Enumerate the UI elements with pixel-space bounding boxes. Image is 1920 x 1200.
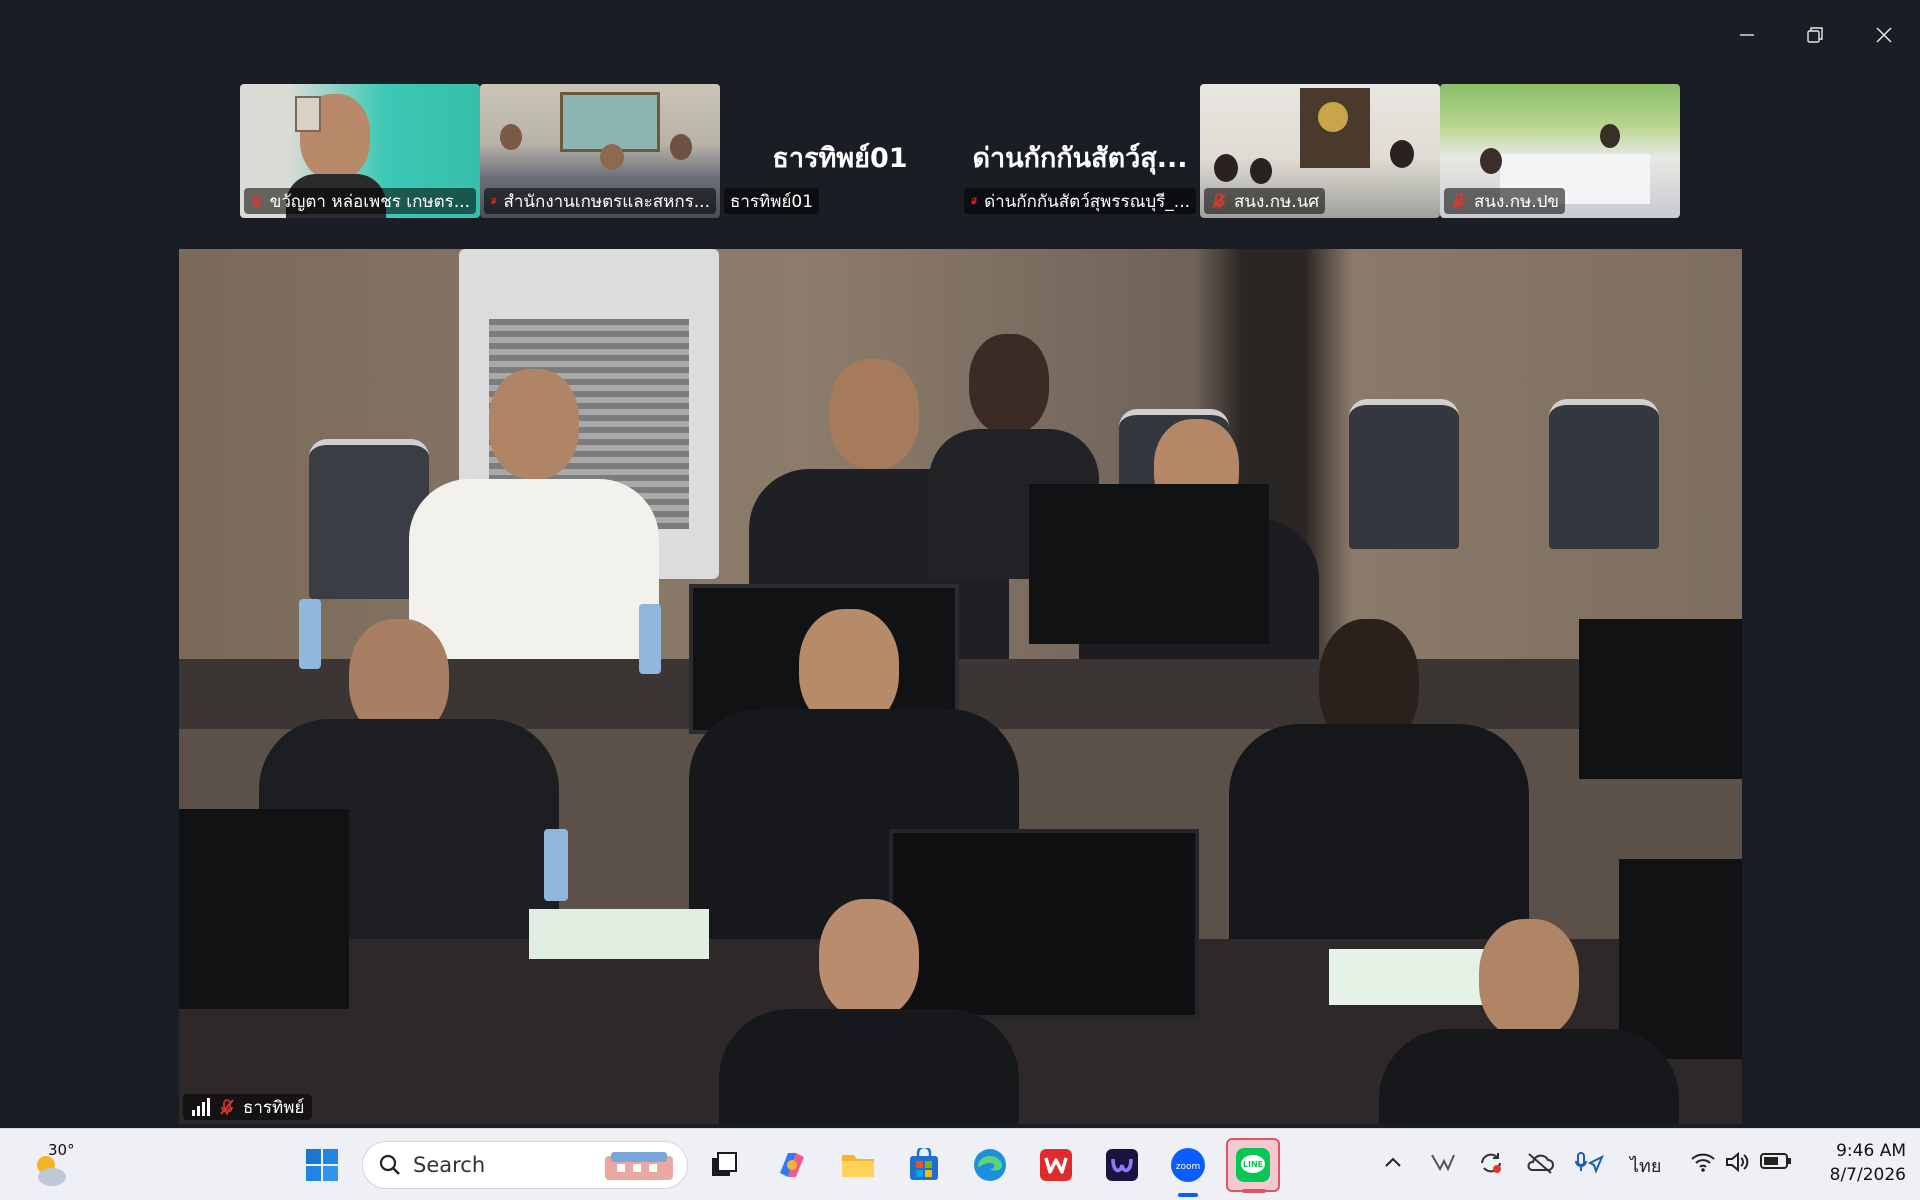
clock-time: 9:46 AM (1836, 1141, 1906, 1161)
file-explorer-button[interactable] (836, 1143, 880, 1187)
onedrive-button[interactable] (1526, 1151, 1554, 1180)
wifi-icon (1691, 1153, 1715, 1172)
microsoft-store-button[interactable] (902, 1143, 946, 1187)
mic-muted-icon (971, 197, 978, 205)
windows-taskbar: 30° Search zoom LINE ไทย 9:46 AM 8/7/202… (0, 1128, 1920, 1200)
svg-text:zoom: zoom (1176, 1162, 1201, 1172)
line-button[interactable]: LINE (1226, 1138, 1280, 1193)
participant-name: ธารทิพย์01 (730, 191, 814, 212)
participant-name: สนง.กษ.นศ (1234, 191, 1320, 212)
edge-icon (974, 1149, 1006, 1181)
taskbar-search-box[interactable]: Search (362, 1141, 688, 1189)
volume-button[interactable] (1724, 1151, 1750, 1178)
active-speaker-tag: ธารทิพย์ (183, 1094, 313, 1120)
windows-start-icon (306, 1149, 338, 1181)
battery-icon (1760, 1153, 1791, 1169)
clipchamp-button[interactable] (1100, 1143, 1144, 1187)
weather-widget[interactable]: 30° (28, 1139, 76, 1191)
search-placeholder: Search (413, 1153, 486, 1177)
participant-tile-3[interactable]: ธารทิพย์01 ธารทิพย์01 (720, 84, 960, 218)
participant-tile-4[interactable]: ด่านกักกันสัตว์สุ... ด่านกักกันสัตว์สุพร… (960, 84, 1200, 218)
network-button[interactable] (1690, 1151, 1716, 1178)
restore-icon (1807, 27, 1823, 43)
participant-tile-1[interactable]: ขวัญตา หล่อเพชร เกษตร... (240, 84, 480, 218)
mic-muted-icon (220, 1099, 234, 1115)
battery-button[interactable] (1760, 1151, 1792, 1176)
participant-name-tag: สนง.กษ.ปข (1444, 188, 1566, 214)
input-language: ไทย (1630, 1156, 1662, 1177)
show-hidden-icons-button[interactable] (1384, 1153, 1402, 1174)
running-app-indicator (1242, 1189, 1266, 1193)
input-language-button[interactable]: ไทย (1630, 1151, 1661, 1180)
active-speaker-video[interactable]: ธารทิพย์ (179, 249, 1742, 1124)
meeting-room-scene (179, 249, 1742, 1124)
restore-button[interactable] (1785, 20, 1845, 50)
active-speaker-name: ธารทิพย์ (243, 1097, 305, 1118)
close-button[interactable] (1854, 20, 1914, 50)
participant-name-tag: ด่านกักกันสัตว์สุพรรณบุรี_... (964, 188, 1196, 214)
clock-date: 8/7/2026 (1829, 1165, 1906, 1185)
wps-button[interactable] (1034, 1143, 1078, 1187)
participant-name-tag: สนง.กษ.นศ (1204, 188, 1326, 214)
participant-name-tag: ขวัญตา หล่อเพชร เกษตร... (244, 188, 476, 214)
sync-button[interactable] (1478, 1151, 1504, 1180)
task-view-button[interactable] (702, 1143, 746, 1187)
chevron-up-icon (1385, 1157, 1401, 1167)
running-app-indicator (1178, 1193, 1198, 1197)
signal-bars-icon (192, 1098, 210, 1116)
participant-name: สนง.กษ.ปข (1474, 191, 1560, 212)
zoom-button[interactable]: zoom (1166, 1143, 1210, 1197)
tray-app-icon (1431, 1154, 1455, 1172)
mic-muted-icon (1212, 193, 1226, 209)
edge-button[interactable] (968, 1143, 1012, 1187)
participant-tile-6[interactable]: สนง.กษ.ปข (1440, 84, 1680, 218)
file-explorer-icon (842, 1155, 874, 1177)
zoom-icon: zoom (1171, 1148, 1205, 1182)
sync-icon (1481, 1153, 1501, 1173)
minimize-icon (1740, 34, 1754, 36)
weather-temperature: 30° (48, 1141, 75, 1159)
svg-text:LINE: LINE (1243, 1160, 1263, 1169)
participant-tile-5[interactable]: สนง.กษ.นศ (1200, 84, 1440, 218)
zoom-meeting-window: ขวัญตา หล่อเพชร เกษตร... สำนักงานเกษตรแล… (0, 0, 1920, 1200)
line-icon: LINE (1236, 1148, 1270, 1182)
participant-display-name: ด่านกักกันสัตว์สุ... (972, 143, 1188, 174)
volume-icon (1726, 1151, 1749, 1173)
mic-muted-icon (490, 197, 497, 205)
copilot-button[interactable] (770, 1143, 814, 1187)
microsoft-store-icon (910, 1148, 938, 1180)
start-button[interactable] (300, 1143, 344, 1187)
clipchamp-icon (1106, 1149, 1138, 1181)
tray-app-button[interactable] (1430, 1151, 1456, 1178)
participant-name-tag: ธารทิพย์01 (724, 188, 820, 214)
participant-display-name: ธารทิพย์01 (772, 143, 908, 174)
copilot-icon (780, 1153, 804, 1177)
location-microphone-icon (1575, 1152, 1604, 1174)
taskbar-clock[interactable]: 9:46 AM 8/7/2026 (1830, 1139, 1906, 1187)
participant-name: สำนักงานเกษตรและสหกร... (503, 191, 710, 212)
mic-muted-icon (1452, 193, 1466, 209)
mic-muted-icon (251, 195, 262, 208)
participant-name: ด่านกักกันสัตว์สุพรรณบุรี_... (984, 191, 1190, 212)
search-highlight-icon (605, 1152, 673, 1180)
minimize-button[interactable] (1717, 20, 1777, 50)
wps-icon (1040, 1149, 1072, 1181)
participant-name-tag: สำนักงานเกษตรและสหกร... (484, 188, 716, 214)
search-icon (379, 1154, 400, 1175)
task-view-icon (712, 1152, 737, 1176)
cloud-off-icon (1527, 1153, 1554, 1174)
participant-name: ขวัญตา หล่อเพชร เกษตร... (269, 191, 470, 212)
location-button[interactable] (1574, 1151, 1604, 1180)
close-icon (1876, 27, 1892, 43)
participant-tile-2[interactable]: สำนักงานเกษตรและสหกร... (480, 84, 720, 218)
